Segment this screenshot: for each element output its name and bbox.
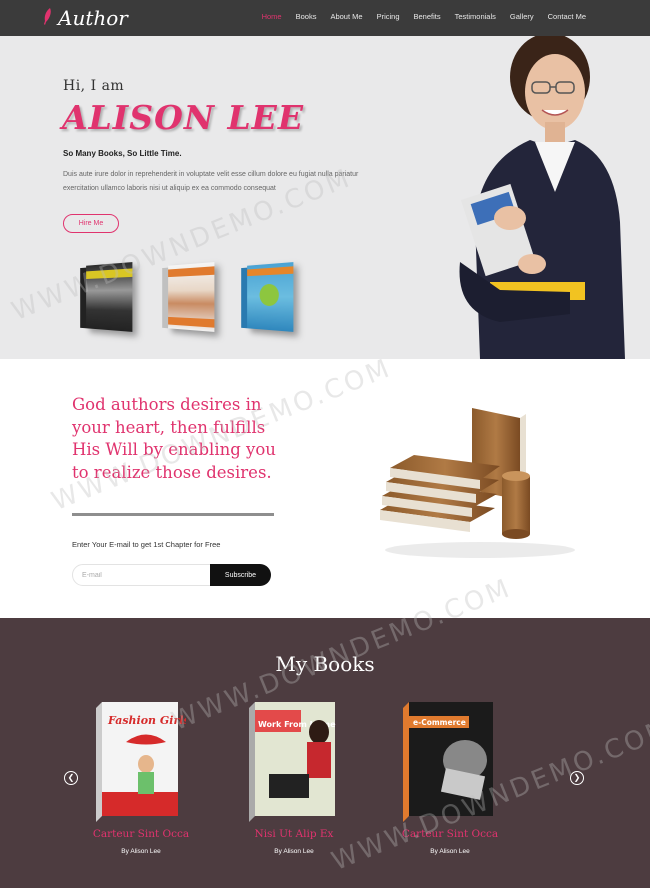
logo-text: Author bbox=[58, 6, 128, 30]
nav-link-home[interactable]: Home bbox=[262, 12, 282, 21]
quote-divider bbox=[72, 513, 274, 516]
book-author-3: By Alison Lee bbox=[430, 848, 470, 855]
hero-book-cover-3[interactable] bbox=[241, 262, 294, 332]
quote-text: God authors desires in your heart, then … bbox=[72, 395, 276, 482]
wooden-books-image bbox=[380, 408, 575, 558]
hero-section: Hi, I am ALISON LEE So Many Books, So Li… bbox=[0, 36, 650, 359]
nav-link-benefits[interactable]: Benefits bbox=[414, 12, 441, 21]
book-cover-2[interactable]: Work From Home bbox=[249, 702, 339, 822]
book-author-2: By Alison Lee bbox=[274, 848, 314, 855]
book-cover-3[interactable]: e-Commerce bbox=[403, 702, 493, 822]
nav-link-books[interactable]: Books bbox=[296, 12, 317, 21]
site-logo[interactable]: Author bbox=[44, 5, 128, 31]
email-input[interactable] bbox=[72, 564, 212, 586]
my-books-section: My Books ❮ ❯ Fashion Girls Carteur Sint … bbox=[0, 618, 650, 888]
book-band bbox=[86, 268, 133, 279]
hire-me-button[interactable]: Hire Me bbox=[63, 214, 119, 233]
hero-book-cover-1[interactable] bbox=[80, 262, 133, 332]
carousel-next-button[interactable]: ❯ bbox=[570, 771, 584, 785]
hero-greeting: Hi, I am bbox=[63, 78, 125, 94]
nav-link-contact[interactable]: Contact Me bbox=[548, 12, 586, 21]
hero-name: ALISON LEE bbox=[62, 98, 304, 137]
nav-link-gallery[interactable]: Gallery bbox=[510, 12, 534, 21]
main-menu: Home Books About Me Pricing Benefits Tes… bbox=[262, 12, 586, 21]
book-author-1: By Alison Lee bbox=[121, 848, 161, 855]
email-label: Enter Your E-mail to get 1st Chapter for… bbox=[72, 540, 221, 549]
book-cover-1[interactable]: Fashion Girls bbox=[96, 702, 186, 822]
book-title-1[interactable]: Carteur Sint Occa bbox=[71, 828, 211, 840]
author-photo bbox=[459, 36, 625, 359]
hero-paragraph: Duis aute irure dolor in reprehenderit i… bbox=[63, 171, 359, 192]
nav-link-testimonials[interactable]: Testimonials bbox=[455, 12, 496, 21]
book-cover-text: e-Commerce bbox=[413, 718, 466, 727]
book-cover-text: Fashion Girls bbox=[107, 714, 186, 727]
book-band bbox=[247, 266, 294, 277]
feather-pen-icon bbox=[44, 8, 52, 28]
hero-tagline: So Many Books, So Little Time. bbox=[63, 149, 182, 158]
book-strip bbox=[168, 316, 215, 328]
nav-link-about[interactable]: About Me bbox=[330, 12, 362, 21]
carousel-prev-button[interactable]: ❮ bbox=[64, 771, 78, 785]
book-title-3[interactable]: Carteur Sint Occa bbox=[380, 828, 520, 840]
nav-link-pricing[interactable]: Pricing bbox=[377, 12, 400, 21]
book-title-2[interactable]: Nisi Ut Alip Ex bbox=[224, 828, 364, 840]
top-navbar: Author Home Books About Me Pricing Benef… bbox=[0, 0, 650, 36]
book-spine bbox=[241, 267, 248, 329]
subscribe-button[interactable]: Subscribe bbox=[210, 564, 271, 586]
book-band bbox=[168, 266, 215, 278]
book-illustration bbox=[259, 283, 279, 307]
section-title: My Books bbox=[275, 652, 375, 676]
hero-book-cover-2[interactable] bbox=[162, 262, 215, 332]
chevron-right-icon: ❯ bbox=[573, 773, 581, 782]
chevron-left-icon: ❮ bbox=[67, 773, 75, 782]
